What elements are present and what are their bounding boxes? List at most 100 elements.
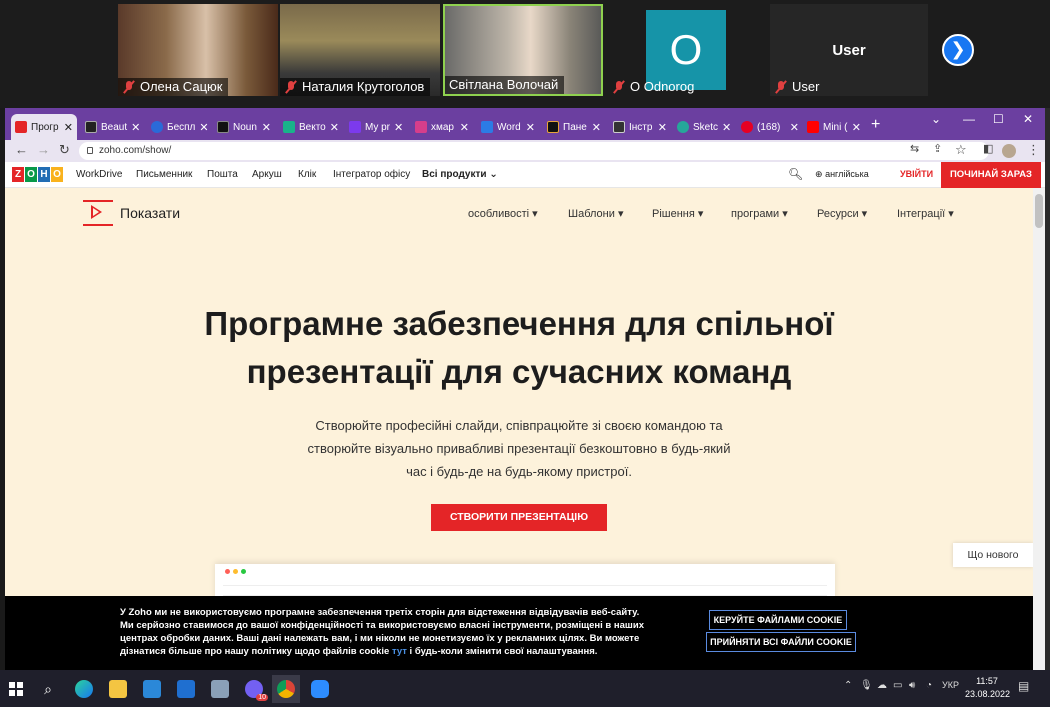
tab-5[interactable]: My pr ✕ [345,114,407,140]
maximize-button[interactable]: ☐ [993,112,1004,126]
show-logo-icon[interactable] [83,200,113,226]
browser-window: Прогр ✕ Beaut ✕ Беспл ✕ Noun ✕ Векто ✕ My pr ✕… [5,108,1045,670]
app-icon[interactable] [206,675,234,703]
microphone-icon[interactable]: 🎙︎ [860,680,873,691]
minimize-button[interactable]: — [963,112,975,126]
input-language[interactable]: УКР [942,680,959,690]
nav-click[interactable]: Клік [298,169,316,180]
tab-6[interactable]: хмар ✕ [411,114,473,140]
viber-icon[interactable]: 10 [240,675,268,703]
participant-tile-3-active-speaker[interactable]: Світлана Волочай [443,4,603,96]
close-tab-icon[interactable]: ✕ [262,121,271,134]
store-icon[interactable] [138,675,166,703]
language-selector[interactable]: ⊕ англійська [815,169,869,180]
mail-icon[interactable] [172,675,200,703]
manage-cookies-button[interactable]: КЕРУЙТЕ ФАЙЛАМИ COOKIE [709,610,847,630]
create-presentation-button[interactable]: СТВОРИТИ ПРЕЗЕНТАЦІЮ [431,504,607,531]
volume-icon[interactable]: 🔊︎ [909,680,915,691]
next-participants-button[interactable]: ❯ [942,34,974,66]
tab-7[interactable]: Word ✕ [477,114,539,140]
tab-search-icon[interactable]: ⌄ [931,112,941,126]
forward-icon[interactable]: → [37,142,50,157]
tab-11[interactable]: (168) ✕ [737,114,803,140]
windows-taskbar: ⌕ 10 ⌃ 🎙︎ ☁ ▭ 🔊︎ ◔ УКР 11:57 23.08.2022 … [0,670,1050,707]
onedrive-icon[interactable]: ☁ [877,680,887,691]
tab-2[interactable]: Беспл ✕ [147,114,209,140]
search-icon[interactable]: ⌕ [34,675,62,703]
menu-templates[interactable]: Шаблони ▾ [568,207,623,220]
reload-icon[interactable]: ↻ [59,142,70,158]
menu-resources[interactable]: Ресурси ▾ [817,207,867,220]
cookie-text: У Zoho ми не використовуємо програмне за… [120,607,644,657]
close-tab-icon[interactable]: ✕ [330,121,339,134]
menu-solutions[interactable]: Рішення ▾ [652,207,703,220]
nav-all-products[interactable]: Всі продукти ⌄ [422,169,498,180]
cookie-policy-link[interactable]: тут [392,646,407,657]
close-tab-icon[interactable]: ✕ [852,121,861,134]
tab-10[interactable]: Sketc ✕ [673,114,735,140]
menu-apps[interactable]: програми ▾ [731,207,788,220]
close-tab-icon[interactable]: ✕ [131,121,140,134]
close-tab-icon[interactable]: ✕ [722,121,731,134]
nav-office-integrator[interactable]: Інтегратор офісу [333,169,410,180]
url-input[interactable]: zoho.com/show/ [79,142,989,160]
chrome-icon[interactable] [272,675,300,703]
close-tab-icon[interactable]: ✕ [526,121,535,134]
nav-writer[interactable]: Письменник [136,169,192,180]
menu-kebab-icon[interactable]: ⋮ [1027,142,1040,158]
notifications-icon[interactable]: ▤ [1018,679,1029,693]
tab-1[interactable]: Beaut ✕ [81,114,143,140]
tab-zoho-show[interactable]: Прогр ✕ [11,114,77,140]
menu-integrations[interactable]: Інтеграції ▾ [897,207,954,220]
profile-avatar[interactable] [1002,144,1016,158]
accept-all-cookies-button[interactable]: ПРИЙНЯТИ ВСІ ФАЙЛИ COOKIE [706,632,856,652]
file-explorer-icon[interactable] [104,675,132,703]
start-now-button[interactable]: ПОЧИНАЙ ЗАРАЗ [941,162,1041,188]
page-scrollbar[interactable] [1033,188,1045,670]
close-tab-icon[interactable]: ✕ [460,121,469,134]
start-button[interactable] [2,675,30,703]
close-tab-icon[interactable]: ✕ [199,121,208,134]
tab-4[interactable]: Векто ✕ [279,114,341,140]
close-tab-icon[interactable]: ✕ [790,121,799,134]
tab-8[interactable]: Пане ✕ [543,114,605,140]
tab-12[interactable]: Mini (✕ [803,114,865,140]
zoho-logo[interactable]: Z O H O [12,167,63,182]
mic-off-icon [122,80,136,94]
tab-9[interactable]: Інстр ✕ [609,114,671,140]
clock[interactable]: 11:57 23.08.2022 [965,675,1010,701]
close-tab-icon[interactable]: ✕ [592,121,601,134]
share-icon[interactable]: ⇪ [933,142,942,155]
battery-icon[interactable]: ▭ [893,680,902,691]
zoom-icon[interactable] [306,675,334,703]
translate-icon[interactable]: ⇆ [910,142,919,155]
participant-tile-1[interactable]: Олена Сацюк [118,4,278,96]
side-panel-icon[interactable]: ◧ [983,142,993,155]
back-icon[interactable]: ← [15,142,28,157]
show-hidden-icons[interactable]: ⌃ [844,680,852,691]
nav-workdrive[interactable]: WorkDrive [76,169,122,180]
close-tab-icon[interactable]: ✕ [64,121,73,134]
participant-tile-4[interactable]: O O Odnorog [608,4,766,96]
product-name[interactable]: Показати [120,205,180,221]
participant-tile-5[interactable]: User User [770,4,928,96]
windows-logo-icon [9,682,23,696]
close-tab-icon[interactable]: ✕ [658,121,667,134]
login-link[interactable]: УВІЙТИ [900,169,933,179]
new-tab-button[interactable]: + [871,116,880,134]
tab-3[interactable]: Noun ✕ [213,114,275,140]
menu-features[interactable]: особливості ▾ [468,207,538,220]
participant-tile-2[interactable]: Наталия Крутоголов [280,4,440,96]
close-tab-icon[interactable]: ✕ [394,121,403,134]
whats-new-button[interactable]: Що нового [953,543,1033,567]
favicon-icon [613,121,625,133]
close-window-button[interactable]: ✕ [1023,112,1033,126]
wifi-icon[interactable]: ◔ [926,680,932,691]
search-icon[interactable]: 🔍︎ [788,167,803,181]
scrollbar-thumb[interactable] [1035,194,1043,228]
nav-mail[interactable]: Пошта [207,169,238,180]
edge-icon[interactable] [70,675,98,703]
participant-name: User [770,78,825,96]
bookmark-star-icon[interactable]: ☆ [955,142,967,158]
nav-sheet[interactable]: Аркуш [252,169,282,180]
